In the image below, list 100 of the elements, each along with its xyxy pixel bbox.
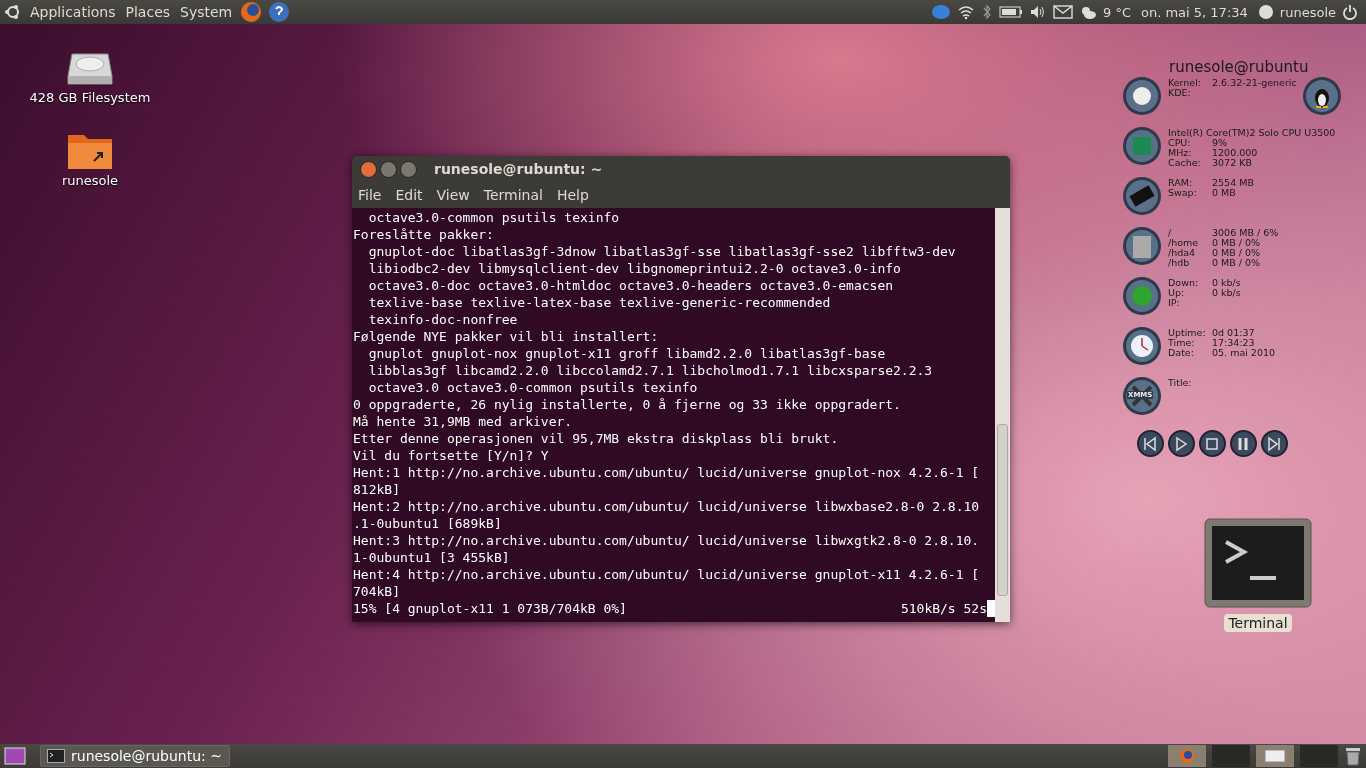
mail-icon[interactable] (1053, 5, 1073, 19)
terminal-line: 704kB] (353, 583, 401, 600)
scrollbar[interactable] (995, 208, 1010, 622)
menu-item[interactable]: View (436, 187, 470, 203)
stat-label: /hda4 (1168, 248, 1197, 258)
terminal-line: octave3.0-common psutils texinfo (367, 209, 621, 226)
stat-value: 05. mai 2010 (1212, 348, 1276, 358)
panel-menu[interactable]: Applications (28, 4, 118, 20)
stat-label: /hdb (1168, 258, 1191, 268)
terminal-line: .1-0ubuntu1 [689kB] (353, 515, 503, 532)
stat-value: 0 MB / 0% (1212, 248, 1261, 258)
terminal-line: gnuplot-doc libatlas3gf-3dnow libatlas3gf-sse libatlas3gf-sse2 libfftw3-dev (367, 243, 957, 260)
stat-label: Intel(R) Core(TM)2 Solo CPU U3500 (1168, 128, 1336, 138)
globe-icon (1122, 276, 1162, 316)
power-icon[interactable] (1342, 4, 1358, 20)
stat-value: 3006 MB / 6% (1212, 228, 1279, 238)
terminal-line: Foreslåtte pakker: (353, 226, 495, 243)
next-button[interactable] (1260, 430, 1288, 457)
terminal-line: gnuplot gnuplot-nox gnuplot-x11 groff libamd2.2.0 libatlas3gf-base (367, 345, 887, 362)
battery-icon[interactable] (999, 5, 1023, 19)
terminal-line: Etter denne operasjonen vil 95,7MB ekstra diskplass bli brukt. (353, 430, 840, 447)
menu-item[interactable]: Help (556, 187, 589, 203)
stat-label: / (1168, 228, 1173, 238)
trash-icon[interactable] (1344, 746, 1362, 766)
bluetooth-icon[interactable] (981, 4, 993, 20)
user-status-icon[interactable] (1257, 4, 1274, 20)
desktop-icon-label[interactable]: runesole (61, 173, 119, 188)
terminal-line: Hent:1 http://no.archive.ubuntu.com/ubuntu/ lucid/universe gnuplot-nox 4.2.6-1 [ (353, 464, 981, 481)
conky-heading: runesole@rubuntu (1169, 58, 1310, 76)
previous-button[interactable] (1136, 430, 1164, 457)
stat-label: Cache: (1168, 158, 1202, 168)
penguin-icon (1302, 76, 1342, 116)
wifi-icon[interactable] (957, 4, 975, 20)
globe-icon (1179, 748, 1195, 764)
taskbar-button[interactable]: runesole@rubuntu: ~ (40, 745, 230, 767)
launcher-label[interactable]: Terminal (1224, 614, 1292, 632)
ubuntu-logo-icon[interactable] (4, 3, 22, 21)
help-icon[interactable] (268, 1, 291, 23)
stat-label: IP: (1168, 298, 1180, 308)
pause-button[interactable] (1229, 430, 1257, 457)
desktop-icon-label[interactable]: 428 GB Filesystem (29, 90, 151, 105)
terminal-line: Må hente 31,9MB med arkiver. (353, 413, 574, 430)
panel-menu[interactable]: Places (123, 4, 173, 20)
stat-label: Date: (1168, 348, 1195, 358)
terminal-line: 15% [4 gnuplot-x11 1 073B/704kB 0%] (353, 600, 627, 617)
stat-label: RAM: (1168, 178, 1194, 188)
stat-label: Up: (1168, 288, 1186, 298)
stat-label: MHz: (1168, 148, 1193, 158)
terminal-icon[interactable] (1204, 518, 1312, 608)
terminal-line: 812kB] (353, 481, 401, 498)
clock[interactable]: on. mai 5, 17:34 (1141, 4, 1248, 20)
temperature[interactable]: 9 °C (1103, 4, 1131, 20)
clock-icon (1122, 326, 1162, 366)
menu-item[interactable]: File (358, 187, 382, 203)
memory-icon (1122, 176, 1162, 216)
window-title: runesole@rubuntu: ~ (434, 161, 603, 177)
user-name[interactable]: runesole (1279, 4, 1336, 20)
terminal-line: libblas3gf libcamd2.2.0 libccolamd2.7.1 libcholmod1.7.1 libcxsparse2.2.3 (367, 362, 934, 379)
scrollbar-thumb[interactable] (997, 424, 1008, 596)
stat-label: KDE: (1168, 88, 1191, 98)
stat-value: 2554 MB (1212, 178, 1254, 188)
stat-label: Uptime: (1168, 328, 1207, 338)
stat-value: 0 kb/s (1212, 288, 1241, 298)
stop-icon (1204, 435, 1220, 452)
terminal-line: octave3.0-doc octave3.0-htmldoc octave3.0-headers octave3.0-emacsen (367, 277, 895, 294)
workspace[interactable] (1256, 745, 1294, 767)
network-icon[interactable] (931, 4, 951, 20)
skip-forward-icon (1266, 435, 1282, 452)
cursor (987, 600, 995, 617)
play-icon (1173, 435, 1189, 452)
stat-label: Down: (1168, 278, 1200, 288)
terminal-line: octave3.0 octave3.0-common psutils texinfo (367, 379, 699, 396)
volume-icon[interactable] (1029, 4, 1047, 20)
minimize-button[interactable] (380, 160, 397, 178)
globe-icon[interactable] (240, 1, 263, 23)
chip-icon (1122, 126, 1162, 166)
close-button[interactable] (360, 160, 377, 178)
stat-value: 9% (1212, 138, 1228, 148)
maximize-button[interactable] (400, 160, 417, 178)
menu-item[interactable]: Edit (395, 187, 423, 203)
terminal-line: 510kB/s 52s (900, 600, 987, 617)
stat-value: 0 MB (1212, 188, 1236, 198)
window-icon (1264, 749, 1286, 763)
terminal-line: 0 oppgraderte, 26 nylig installerte, 0 å fjerne og 33 ikke oppgradert. (353, 396, 902, 413)
weather-icon[interactable] (1079, 4, 1097, 20)
stat-value: 0 MB / 0% (1212, 258, 1261, 268)
play-button[interactable] (1167, 430, 1195, 457)
terminal-line: Følgende NYE pakker vil bli installert: (353, 328, 660, 345)
stat-label: CPU: (1168, 138, 1192, 148)
terminal-icon (47, 749, 65, 763)
stat-value: 1200.000 (1212, 148, 1258, 158)
stat-label: /home (1168, 238, 1200, 248)
stop-button[interactable] (1198, 430, 1226, 457)
panel-menu[interactable]: System (178, 4, 235, 20)
terminal-line: Hent:2 http://no.archive.ubuntu.com/ubuntu/ lucid/universe libwxbase2.8-0 2.8.10 (353, 498, 981, 515)
menu-item[interactable]: Terminal (483, 187, 543, 203)
stat-value: 0d 01:37 (1212, 328, 1255, 338)
stat-label: Title: (1168, 378, 1192, 388)
stat-label: Time: (1168, 338, 1195, 348)
stat-label: Kernel: (1168, 78, 1203, 88)
